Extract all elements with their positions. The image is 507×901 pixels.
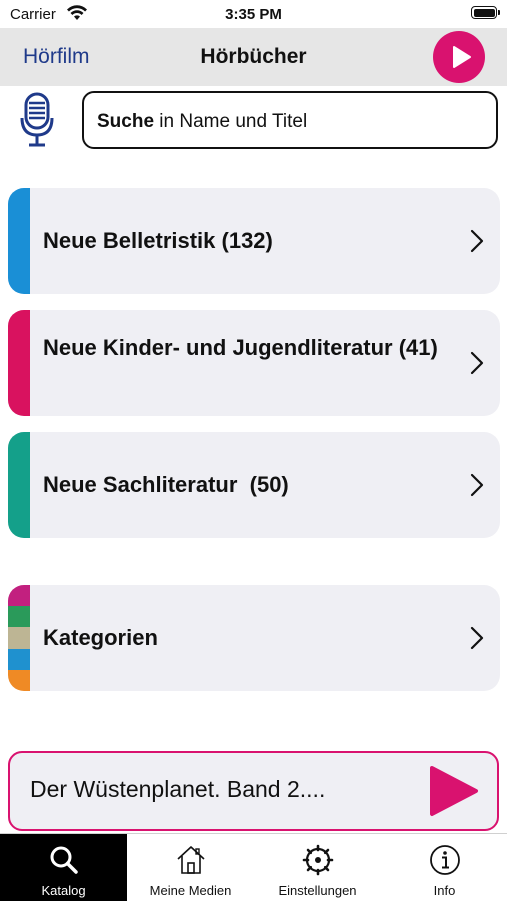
search-placeholder: Suche in Name und Titel: [97, 111, 308, 132]
battery-icon: [471, 6, 500, 19]
tab-katalog[interactable]: Katalog: [0, 834, 127, 901]
tab-label: Meine Medien: [149, 883, 232, 898]
multicolor-stripe: [8, 585, 30, 691]
clock: 3:35 PM: [225, 6, 282, 23]
house-icon: [176, 846, 205, 874]
tab-meine-medien[interactable]: Meine Medien: [127, 834, 254, 901]
play-icon: [453, 46, 471, 68]
category-label: Kategorien: [43, 625, 158, 650]
play-button[interactable]: [433, 31, 485, 83]
status-bar: Carrier 3:35 PM: [0, 0, 507, 28]
category-neue-kinder-und-jugendliteratur[interactable]: Neue Kinder- und Jugendliteratur (41): [8, 310, 500, 416]
color-stripe: [8, 310, 30, 416]
tab-label: Info: [433, 883, 456, 898]
tab-einstellungen[interactable]: Einstellungen: [254, 834, 381, 901]
chevron-right-icon: [470, 351, 484, 375]
category-neue-sachliteratur[interactable]: Neue Sachliteratur (50): [8, 432, 500, 538]
now-playing-bar[interactable]: Der Wüstenplanet. Band 2....: [8, 751, 499, 831]
tab-bar: Katalog Meine Medien Einstellungen Info: [0, 833, 507, 901]
microphone-button[interactable]: [18, 92, 58, 148]
chevron-right-icon: [470, 473, 484, 497]
navigation-bar: Hörfilm Hörbücher: [0, 28, 507, 86]
tab-info[interactable]: Info: [381, 834, 507, 901]
gear-icon: [302, 844, 333, 876]
color-stripe: [8, 432, 30, 538]
color-stripe: [8, 188, 30, 294]
chevron-right-icon: [470, 229, 484, 253]
category-label: Neue Belletristik (132): [43, 228, 273, 253]
page-title: Hörbücher: [200, 45, 307, 68]
category-kategorien[interactable]: Kategorien: [8, 585, 500, 691]
search-input[interactable]: Suche in Name und Titel: [82, 91, 498, 149]
category-neue-belletristik[interactable]: Neue Belletristik (132): [8, 188, 500, 294]
tab-label: Einstellungen: [278, 883, 357, 898]
category-label: Neue Kinder- und Jugendliteratur (41): [43, 335, 438, 360]
info-icon: [429, 845, 460, 875]
microphone-icon: [20, 92, 54, 147]
now-playing-title: Der Wüstenplanet. Band 2....: [30, 776, 326, 802]
tab-label: Katalog: [41, 883, 86, 898]
chevron-right-icon: [470, 626, 484, 650]
search-icon: [50, 846, 78, 874]
play-icon[interactable]: [429, 765, 479, 817]
category-label: Neue Sachliteratur (50): [43, 472, 289, 497]
